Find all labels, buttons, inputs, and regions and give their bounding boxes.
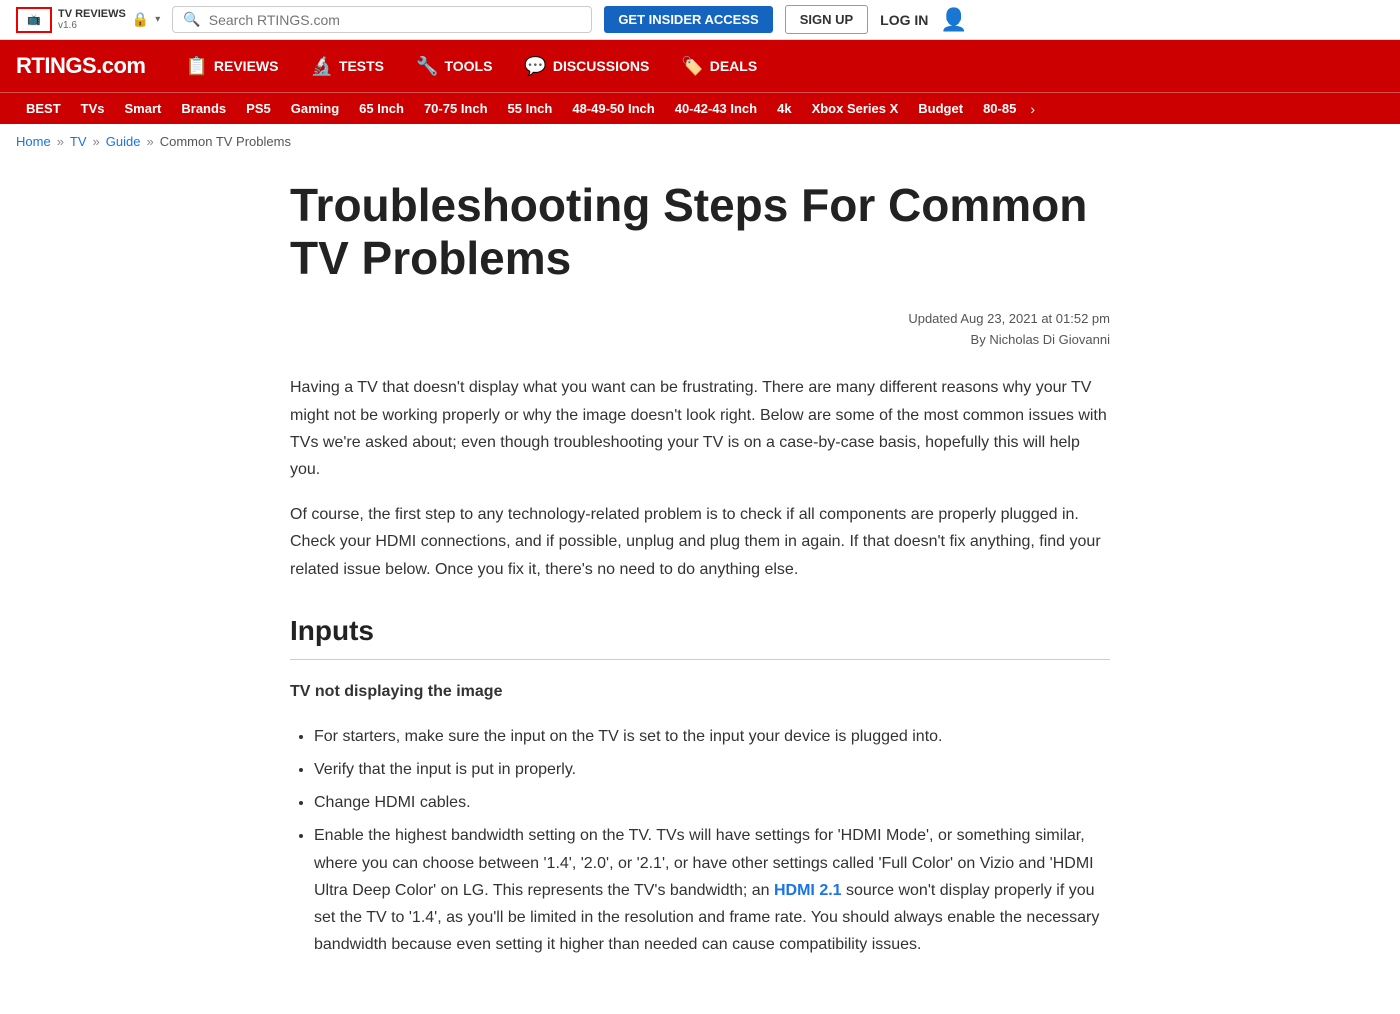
discussions-icon: 💬: [524, 56, 546, 77]
nav-item-reviews[interactable]: 📋 REVIEWS: [169, 40, 294, 92]
subnav-item-55inch[interactable]: 55 Inch: [498, 93, 563, 125]
breadcrumb-guide[interactable]: Guide: [106, 134, 141, 149]
section-divider: [290, 659, 1110, 660]
tv-icon: 📺: [27, 13, 41, 26]
subnav-item-budget[interactable]: Budget: [908, 93, 973, 125]
breadcrumb: Home » TV » Guide » Common TV Problems: [0, 124, 1400, 159]
subnav-item-404243inch[interactable]: 40-42-43 Inch: [665, 93, 767, 125]
breadcrumb-home[interactable]: Home: [16, 134, 51, 149]
subnav-more-arrow[interactable]: ›: [1030, 101, 1035, 117]
article-title: Troubleshooting Steps For Common TV Prob…: [290, 179, 1110, 285]
search-bar[interactable]: 🔍: [172, 6, 592, 33]
subnav-item-xboxseriesx[interactable]: Xbox Series X: [802, 93, 909, 125]
sub-nav: BEST TVs Smart Brands PS5 Gaming 65 Inch…: [0, 92, 1400, 124]
subnav-item-brands[interactable]: Brands: [171, 93, 236, 125]
subnav-item-best[interactable]: BEST: [16, 93, 71, 125]
article-author: By Nicholas Di Giovanni: [290, 330, 1110, 351]
brand-logo[interactable]: RTINGS.com: [16, 53, 145, 79]
hdmi21-link[interactable]: HDMI 2.1: [774, 882, 842, 899]
search-input[interactable]: [209, 12, 582, 28]
article-updated: Updated Aug 23, 2021 at 01:52 pm: [290, 309, 1110, 330]
list-item: Verify that the input is put in properly…: [314, 756, 1110, 783]
intro-paragraph-1: Having a TV that doesn't display what yo…: [290, 374, 1110, 483]
breadcrumb-sep-2: »: [93, 134, 100, 149]
article-body: Having a TV that doesn't display what yo…: [290, 374, 1110, 958]
nav-item-tests[interactable]: 🔬 TESTS: [294, 40, 400, 92]
nav-item-tools[interactable]: 🔧 TOOLS: [400, 40, 508, 92]
nav-item-deals[interactable]: 🏷️ DEALS: [665, 40, 773, 92]
tv-reviews-text: TV REVIEWS v1.6: [58, 8, 126, 31]
bullet-list: For starters, make sure the input on the…: [314, 723, 1110, 959]
subnav-item-tvs[interactable]: TVs: [71, 93, 115, 125]
subnav-item-65inch[interactable]: 65 Inch: [349, 93, 414, 125]
tv-icon-box: 📺: [16, 7, 52, 33]
main-nav: RTINGS.com 📋 REVIEWS 🔬 TESTS 🔧 TOOLS 💬 D…: [0, 40, 1400, 92]
subnav-item-4k[interactable]: 4k: [767, 93, 801, 125]
subnav-item-smart[interactable]: Smart: [115, 93, 172, 125]
breadcrumb-tv[interactable]: TV: [70, 134, 87, 149]
article-content: Troubleshooting Steps For Common TV Prob…: [250, 159, 1150, 1014]
list-item: For starters, make sure the input on the…: [314, 723, 1110, 750]
subnav-item-ps5[interactable]: PS5: [236, 93, 281, 125]
deals-icon: 🏷️: [681, 56, 703, 77]
tests-icon: 🔬: [310, 56, 332, 77]
breadcrumb-current: Common TV Problems: [160, 134, 291, 149]
chevron-down-icon[interactable]: ▾: [155, 14, 160, 25]
nav-item-discussions[interactable]: 💬 DISCUSSIONS: [508, 40, 665, 92]
list-item: Enable the highest bandwidth setting on …: [314, 822, 1110, 958]
sign-up-button[interactable]: SIGN UP: [785, 5, 868, 34]
intro-paragraph-2: Of course, the first step to any technol…: [290, 501, 1110, 583]
logo-area: 📺 TV REVIEWS v1.6 🔒 ▾: [16, 7, 160, 33]
section-heading-inputs: Inputs: [290, 615, 1110, 647]
tools-icon: 🔧: [416, 56, 438, 77]
breadcrumb-sep-1: »: [57, 134, 64, 149]
lock-icon: 🔒: [132, 11, 149, 28]
subnav-item-7075inch[interactable]: 70-75 Inch: [414, 93, 498, 125]
top-bar: 📺 TV REVIEWS v1.6 🔒 ▾ 🔍 GET INSIDER ACCE…: [0, 0, 1400, 40]
get-insider-access-button[interactable]: GET INSIDER ACCESS: [604, 6, 772, 33]
subnav-item-8085[interactable]: 80-85: [973, 93, 1026, 125]
breadcrumb-sep-3: »: [146, 134, 153, 149]
user-avatar-icon[interactable]: 👤: [940, 7, 967, 33]
list-item: Change HDMI cables.: [314, 789, 1110, 816]
subsection-heading-tv-display: TV not displaying the image: [290, 678, 1110, 705]
reviews-icon: 📋: [185, 56, 207, 77]
search-icon: 🔍: [183, 11, 200, 28]
subnav-item-484950inch[interactable]: 48-49-50 Inch: [562, 93, 664, 125]
article-meta: Updated Aug 23, 2021 at 01:52 pm By Nich…: [290, 309, 1110, 351]
log-in-button[interactable]: LOG IN: [880, 12, 928, 28]
subnav-item-gaming[interactable]: Gaming: [281, 93, 349, 125]
